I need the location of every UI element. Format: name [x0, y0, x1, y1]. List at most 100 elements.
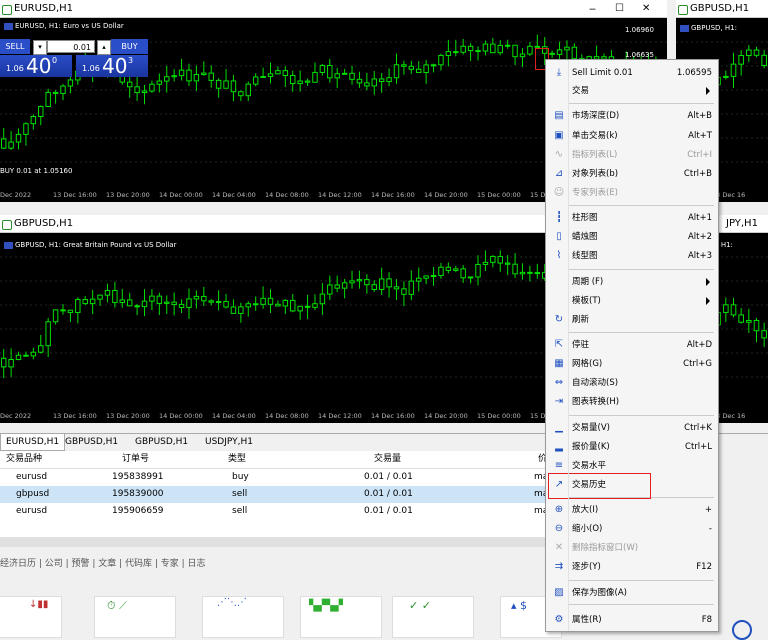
menu-item-25[interactable]: ▨ 保存为图像(A) [546, 584, 718, 602]
menu-item-label: 蜡烛图 [572, 232, 598, 242]
menu-item-16[interactable]: ⇥ 图表转换(H) [546, 393, 718, 411]
chart-window-icon [2, 5, 12, 15]
market-card-1[interactable]: ↓▮▮ [0, 596, 62, 638]
menu-item-9[interactable]: ⌇ 线型图 Alt+3 [546, 247, 718, 265]
submenu-arrow-icon [706, 87, 710, 95]
candle-body [512, 263, 518, 275]
menu-item-shortcut: Ctrl+K [684, 423, 712, 433]
menu-item-4[interactable]: ∿ 指标列表(L) Ctrl+I [546, 146, 718, 164]
menu-item-15[interactable]: ⇔ 自动滚动(S) [546, 374, 718, 392]
candle-body [238, 306, 244, 314]
menu-item-21[interactable]: ⊕ 放大(I) + [546, 501, 718, 519]
lot-size-input[interactable]: 0.01 [47, 40, 95, 53]
candle-body [15, 354, 22, 361]
menu-item-0[interactable]: ⤓ Sell Limit 0.01 1.06595 [546, 64, 718, 82]
menu-item-14[interactable]: ▦ 网格(G) Ctrl+G [546, 355, 718, 373]
menu-item-6[interactable]: ☺ 专家列表(E) [546, 184, 718, 202]
menu-item-label: 图表转换(H) [572, 397, 620, 407]
gbpusd-right-window-titlebar[interactable]: GBPUSD,H1 [676, 0, 768, 18]
chart-window-icon [678, 5, 688, 15]
col-type-header[interactable]: 类型 [228, 451, 246, 468]
col-symbol-header[interactable]: 交易品种 [6, 451, 42, 468]
candle-body [178, 303, 185, 308]
tab-gbpusd-1[interactable]: GBPUSD,H1 [60, 434, 123, 450]
line-chart-icon: ⌇ [556, 250, 562, 261]
candle-body [171, 75, 177, 78]
candle-body [112, 289, 118, 304]
table-row[interactable]: gbpusd 195839000 sell 0.01 / 0.01 ma [0, 486, 552, 503]
tab-eurusd[interactable]: EURUSD,H1 [0, 434, 66, 451]
delete-window-icon: ✕ [554, 542, 564, 553]
candle-body [504, 262, 511, 265]
candle-body [753, 319, 760, 332]
eurusd-window-titlebar[interactable]: EURUSD,H1 ‒ ☐ ✕ [0, 0, 667, 18]
candle-body [319, 293, 326, 305]
table-row[interactable]: eurusd 195838991 buy 0.01 / 0.01 ma [0, 469, 552, 486]
tab-usdjpy[interactable]: USDJPY,H1 [200, 434, 258, 450]
candle-body [416, 68, 422, 73]
candle-body [334, 73, 340, 79]
tab-gbpusd-2[interactable]: GBPUSD,H1 [130, 434, 193, 450]
menu-item-23[interactable]: ✕ 删除指标窗口(W) [546, 539, 718, 557]
expert-list-icon: ☺ [553, 187, 565, 198]
candle-body [364, 279, 370, 286]
candle-body [178, 69, 185, 77]
time-tick-label: 13 Dec 16:00 [53, 191, 97, 199]
menu-item-shortcut: - [708, 524, 712, 534]
candle-body [30, 351, 37, 357]
sell-limit-icon: ⤓ [556, 67, 562, 78]
menu-item-24[interactable]: ⇉ 逐步(Y) F12 [546, 558, 718, 576]
menu-item-11[interactable]: 模板(T) [546, 292, 718, 310]
candle-body [445, 266, 452, 271]
menu-item-22[interactable]: ⊖ 缩小(O) - [546, 520, 718, 538]
maximize-button[interactable]: ☐ [615, 0, 624, 18]
sell-price-box[interactable]: 1.06 40 0 [0, 55, 72, 77]
menu-item-7[interactable]: ┇ 柱形图 Alt+1 [546, 209, 718, 227]
menu-item-3[interactable]: ▣ 单击交易(k) Alt+T [546, 127, 718, 145]
dollar-icon: ▴ $ [511, 599, 528, 612]
candle-body [267, 73, 274, 78]
table-scroll-area[interactable] [0, 537, 552, 547]
menu-item-1[interactable]: 交易 [546, 82, 718, 100]
time-tick-label: 14 Dec 12:00 [318, 412, 362, 420]
market-card-3[interactable]: ⋰⋱⋰ [202, 596, 284, 638]
menu-item-shortcut: Alt+3 [687, 251, 712, 261]
candle-body [67, 309, 74, 314]
buy-button[interactable]: BUY [111, 39, 148, 54]
grid-pattern-icon: ▚▞▚▞ [309, 599, 343, 612]
candle-body [15, 133, 22, 143]
menu-separator [568, 269, 714, 270]
table-row[interactable]: eurusd 195906659 sell 0.01 / 0.01 ma [0, 503, 552, 520]
menu-item-17[interactable]: ▁ 交易量(V) Ctrl+K [546, 419, 718, 437]
candle-body [141, 300, 148, 308]
col-ticket-header[interactable]: 订单号 [122, 451, 149, 468]
menu-item-18[interactable]: ▂ 报价量(K) Ctrl+L [546, 438, 718, 456]
object-list-icon: ⊿ [554, 168, 564, 179]
help-circle-icon[interactable] [732, 620, 752, 640]
sell-button[interactable]: SELL [0, 39, 30, 54]
menu-item-shortcut: F12 [696, 562, 712, 572]
minimize-button[interactable]: ‒ [589, 0, 596, 18]
toolbox-tabs[interactable]: 经济日历 | 公司 | 预警 | 文章 | 代码库 | 专家 | 日志 [0, 556, 552, 572]
col-volume-header[interactable]: 交易量 [374, 451, 401, 468]
menu-icon-gutter [568, 60, 569, 631]
close-button[interactable]: ✕ [642, 0, 650, 18]
lot-dropdown-arrow[interactable]: ▾ [33, 40, 47, 55]
buy-price-box[interactable]: 1.06 40 3 [76, 55, 148, 77]
market-card-4[interactable]: ▚▞▚▞ [300, 596, 382, 638]
flag-icon [680, 24, 689, 32]
market-card-2[interactable]: ⏱ ⟋ [94, 596, 176, 638]
menu-item-12[interactable]: ↻ 刷新 [546, 311, 718, 329]
candle-body [23, 354, 29, 357]
menu-item-13[interactable]: ⇱ 停驻 Alt+D [546, 336, 718, 354]
menu-item-10[interactable]: 周期 (F) [546, 273, 718, 291]
candle-body [8, 141, 14, 149]
menu-item-label: 市场深度(D) [572, 111, 620, 121]
lot-up-arrow[interactable]: ▴ [97, 40, 111, 55]
time-tick-label: 13 Dec 20:00 [106, 191, 150, 199]
menu-item-2[interactable]: ▤ 市场深度(D) Alt+B [546, 107, 718, 125]
market-card-5[interactable]: ✓ ✓ [392, 596, 474, 638]
menu-item-5[interactable]: ⊿ 对象列表(b) Ctrl+B [546, 165, 718, 183]
menu-item-8[interactable]: ▯ 蜡烛图 Alt+2 [546, 228, 718, 246]
menu-item-26[interactable]: ⚙ 属性(R) F8 [546, 611, 718, 629]
